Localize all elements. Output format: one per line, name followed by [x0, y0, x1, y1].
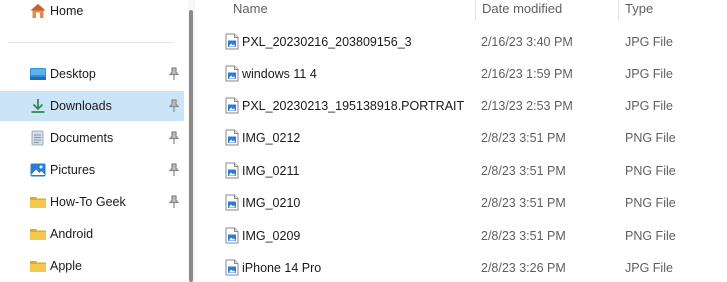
file-name: windows 11 4	[242, 67, 317, 81]
pin-icon[interactable]	[168, 163, 180, 177]
file-name: PXL_20230216_203809156_3	[242, 35, 412, 49]
image-file-icon	[225, 33, 239, 50]
nav-item-desktop[interactable]: Desktop	[0, 59, 184, 89]
nav-item-label: Apple	[50, 259, 82, 273]
file-row[interactable]: PXL_20230213_195138918.PORTRAIT 2/13/23 …	[200, 90, 727, 122]
file-row[interactable]: IMG_0210 2/8/23 3:51 PM PNG File	[200, 187, 727, 219]
documents-icon	[31, 130, 44, 146]
file-date-modified: 2/8/23 3:51 PM	[481, 164, 566, 178]
nav-divider	[8, 42, 174, 43]
image-file-icon	[225, 259, 239, 276]
nav-item-home[interactable]: Home	[0, 0, 184, 26]
file-name: iPhone 14 Pro	[242, 261, 322, 275]
pin-icon[interactable]	[168, 195, 180, 209]
file-name: IMG_0212	[242, 131, 301, 145]
nav-item-pictures[interactable]: Pictures	[0, 155, 184, 185]
file-row[interactable]: windows 11 4 2/16/23 1:59 PM JPG File	[200, 58, 727, 90]
nav-item-label: Home	[50, 4, 84, 18]
file-row[interactable]: PXL_20230216_203809156_3 2/16/23 3:40 PM…	[200, 26, 727, 58]
nav-item-how-to-geek[interactable]: How-To Geek	[0, 187, 184, 217]
file-type: PNG File	[625, 229, 676, 243]
folder-icon	[30, 261, 46, 272]
image-file-icon	[225, 65, 239, 82]
file-name: IMG_0210	[242, 196, 301, 210]
image-file-icon	[225, 194, 239, 211]
column-header-type[interactable]: Type	[625, 1, 653, 16]
file-type: JPG File	[625, 99, 673, 113]
nav-item-apple[interactable]: Apple	[0, 251, 184, 281]
file-date-modified: 2/8/23 3:51 PM	[481, 196, 566, 210]
column-header-name[interactable]: Name	[233, 1, 268, 16]
image-file-icon	[225, 129, 239, 146]
desktop-icon	[30, 68, 46, 80]
nav-item-label: Pictures	[50, 163, 96, 177]
image-file-icon	[225, 227, 239, 244]
file-name: IMG_0211	[242, 164, 300, 178]
file-row[interactable]: IMG_0211 2/8/23 3:51 PM PNG File	[200, 155, 727, 187]
pin-icon[interactable]	[168, 67, 180, 81]
pictures-icon	[30, 163, 46, 177]
image-file-icon	[225, 162, 239, 179]
file-type: PNG File	[625, 164, 676, 178]
pin-icon[interactable]	[168, 131, 180, 145]
nav-item-downloads[interactable]: Downloads	[0, 91, 184, 121]
nav-item-label: Android	[50, 227, 94, 241]
folder-icon	[30, 229, 46, 240]
file-date-modified: 2/8/23 3:26 PM	[481, 261, 566, 275]
column-header-date-modified[interactable]: Date modified	[482, 1, 562, 16]
navigation-pane: Home Desktop Downloads Documents Picture…	[0, 0, 184, 282]
image-file-icon	[225, 97, 239, 114]
download-icon	[31, 99, 45, 113]
nav-item-android[interactable]: Android	[0, 219, 184, 249]
file-date-modified: 2/8/23 3:51 PM	[481, 131, 566, 145]
folder-icon	[30, 197, 46, 208]
column-separator[interactable]	[475, 0, 476, 20]
column-separator[interactable]	[618, 0, 619, 20]
nav-scrollbar[interactable]	[188, 0, 195, 282]
file-type: PNG File	[625, 131, 676, 145]
file-name: PXL_20230213_195138918.PORTRAIT	[242, 99, 465, 113]
nav-item-label: Documents	[50, 131, 114, 145]
file-date-modified: 2/8/23 3:51 PM	[481, 229, 566, 243]
nav-item-label: Desktop	[50, 67, 96, 81]
nav-item-documents[interactable]: Documents	[0, 123, 184, 153]
pin-icon[interactable]	[168, 99, 180, 113]
scrollbar-thumb[interactable]	[189, 10, 193, 282]
nav-item-label: How-To Geek	[50, 195, 126, 209]
file-date-modified: 2/16/23 1:59 PM	[481, 67, 573, 81]
file-type: PNG File	[625, 196, 676, 210]
nav-item-label: Downloads	[50, 99, 112, 113]
file-row[interactable]: IMG_0212 2/8/23 3:51 PM PNG File	[200, 122, 727, 154]
file-row[interactable]: IMG_0209 2/8/23 3:51 PM PNG File	[200, 220, 727, 252]
file-row[interactable]: iPhone 14 Pro 2/8/23 3:26 PM JPG File	[200, 252, 727, 282]
file-date-modified: 2/13/23 2:53 PM	[481, 99, 573, 113]
file-type: JPG File	[625, 67, 673, 81]
home-icon	[30, 4, 46, 18]
file-date-modified: 2/16/23 3:40 PM	[481, 35, 573, 49]
file-type: JPG File	[625, 261, 673, 275]
file-type: JPG File	[625, 35, 673, 49]
column-header-row: Name Date modified Type	[200, 0, 727, 20]
file-name: IMG_0209	[242, 229, 301, 243]
